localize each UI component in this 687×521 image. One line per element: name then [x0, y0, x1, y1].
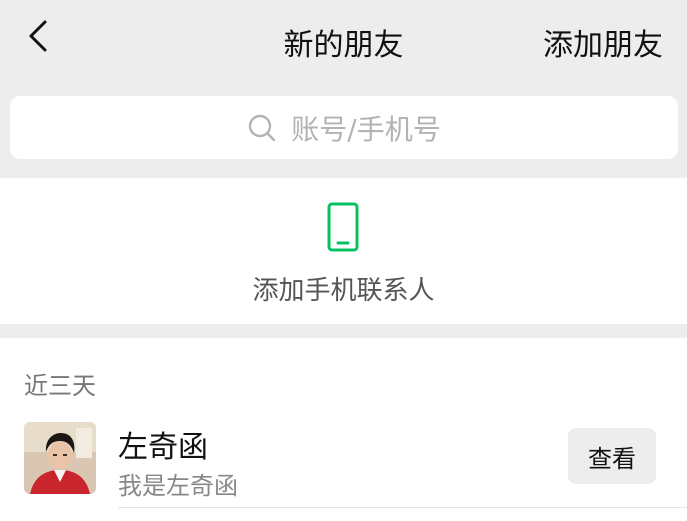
- section-header: 近三天: [24, 372, 96, 400]
- friend-message: 我是左奇函: [118, 472, 238, 500]
- view-button[interactable]: 查看: [568, 428, 656, 484]
- recent-section: 近三天 左奇函 我是左奇函 查看: [0, 338, 687, 521]
- friend-name: 左奇函: [118, 430, 208, 465]
- avatar: [24, 422, 96, 494]
- friend-request-row[interactable]: 左奇函 我是左奇函 查看: [0, 416, 687, 516]
- add-friend-button[interactable]: 添加朋友: [543, 20, 663, 64]
- nav-bar: 新的朋友 添加朋友: [0, 0, 687, 80]
- divider: [118, 507, 687, 508]
- search-input[interactable]: 账号/手机号: [10, 96, 678, 159]
- search-icon: [247, 113, 277, 143]
- phone-icon: [327, 202, 359, 252]
- search-placeholder: 账号/手机号: [291, 112, 441, 146]
- add-phone-contacts-button[interactable]: 添加手机联系人: [0, 178, 687, 324]
- add-phone-contacts-label: 添加手机联系人: [252, 276, 435, 306]
